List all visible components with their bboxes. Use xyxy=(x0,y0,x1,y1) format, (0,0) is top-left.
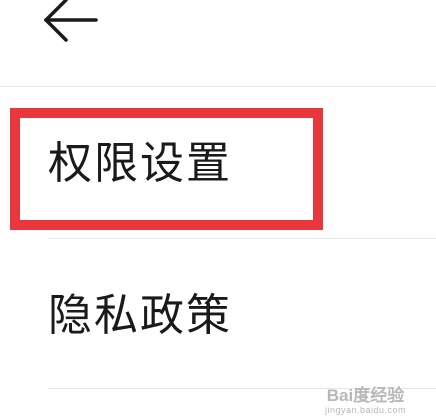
arrow-left-icon xyxy=(44,0,98,42)
watermark-logo-text: Bai度经验 xyxy=(326,386,405,405)
watermark-url: jingyan.baidu.com xyxy=(324,405,406,415)
header-divider xyxy=(0,86,436,87)
watermark: Bai度经验 jingyan.baidu.com xyxy=(324,386,406,416)
privacy-policy-label: 隐私政策 xyxy=(48,290,232,341)
privacy-policy-item[interactable]: 隐私政策 xyxy=(0,238,436,388)
permission-settings-label: 权限设置 xyxy=(48,138,232,189)
settings-screen: 权限设置 隐私政策 Bai度经验 jingyan.baidu.com xyxy=(0,0,436,417)
back-button[interactable] xyxy=(38,0,104,44)
permission-settings-item[interactable]: 权限设置 xyxy=(0,108,436,238)
top-bar xyxy=(0,0,436,86)
